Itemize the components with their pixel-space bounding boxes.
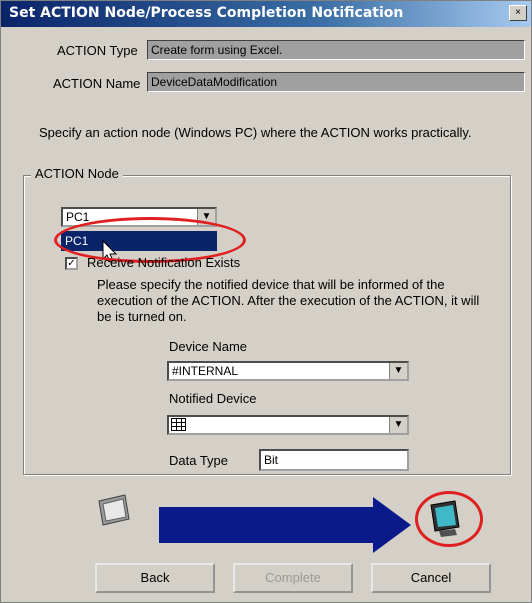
action-type-label: ACTION Type bbox=[57, 43, 138, 58]
window-title: Set ACTION Node/Process Completion Notif… bbox=[9, 5, 404, 21]
device-name-label: Device Name bbox=[169, 339, 248, 354]
notified-device-combo[interactable]: ▼ bbox=[167, 415, 409, 435]
close-button[interactable]: × bbox=[509, 5, 527, 21]
highlight-ring-pc bbox=[415, 491, 483, 547]
notification-description: Please specify the notified device that … bbox=[97, 277, 480, 324]
title-bar: Set ACTION Node/Process Completion Notif… bbox=[1, 1, 531, 27]
instruction-text: Specify an action node (Windows PC) wher… bbox=[39, 125, 472, 140]
arrow-right-icon bbox=[159, 497, 411, 553]
receive-notification-checkbox[interactable]: ✓ bbox=[65, 257, 78, 270]
data-type-field[interactable]: Bit bbox=[259, 449, 409, 471]
monitor-icon bbox=[98, 494, 130, 526]
action-node-legend: ACTION Node bbox=[31, 166, 123, 181]
complete-button[interactable]: Complete bbox=[233, 563, 353, 593]
receive-notification-label: Receive Notification Exists bbox=[87, 255, 241, 270]
cancel-button[interactable]: Cancel bbox=[371, 563, 491, 593]
notified-device-label: Notified Device bbox=[169, 391, 257, 406]
device-name-combo[interactable]: #INTERNAL ▼ bbox=[167, 361, 409, 381]
device-name-value: #INTERNAL bbox=[172, 364, 239, 378]
device-grid-icon bbox=[171, 418, 186, 431]
action-name-label: ACTION Name bbox=[53, 76, 141, 91]
data-type-label: Data Type bbox=[169, 453, 229, 468]
action-name-field: DeviceDataModification bbox=[147, 72, 525, 92]
action-type-field: Create form using Excel. bbox=[147, 40, 525, 60]
back-button[interactable]: Back bbox=[95, 563, 215, 593]
dialog-window: Set ACTION Node/Process Completion Notif… bbox=[0, 0, 532, 603]
chevron-down-icon[interactable]: ▼ bbox=[389, 417, 407, 433]
chevron-down-icon[interactable]: ▼ bbox=[389, 363, 407, 379]
